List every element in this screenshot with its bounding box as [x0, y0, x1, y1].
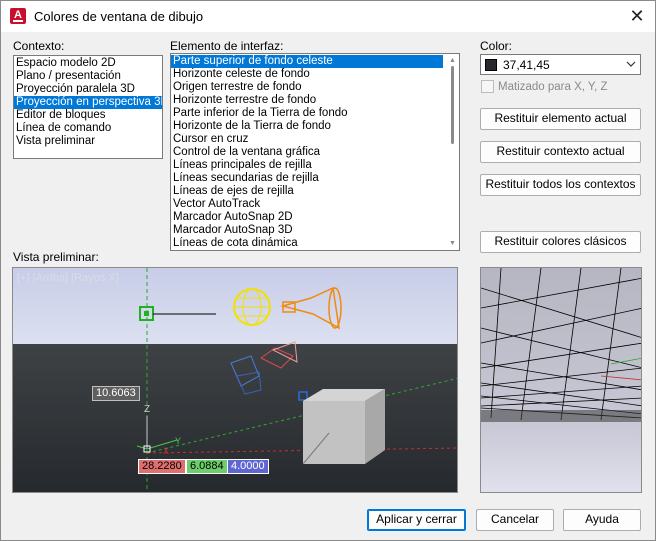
- scroll-thumb[interactable]: [451, 66, 454, 144]
- secondary-preview: [480, 267, 642, 493]
- context-list-item[interactable]: Línea de comando: [14, 122, 162, 135]
- restore-element-button[interactable]: Restituir elemento actual: [480, 108, 641, 130]
- context-list-item[interactable]: Vista preliminar: [14, 135, 162, 148]
- interface-list-item[interactable]: Líneas principales de rejilla: [171, 159, 443, 172]
- interface-element-label: Elemento de interfaz:: [170, 39, 284, 53]
- interface-list-item[interactable]: Marcador AutoSnap 3D: [171, 224, 443, 237]
- interface-list-scrollbar[interactable]: ▲ ▼: [446, 54, 459, 250]
- context-list-item[interactable]: Espacio modelo 2D: [14, 57, 162, 70]
- interface-list-item[interactable]: Líneas de ejes de rejilla: [171, 185, 443, 198]
- interface-list-item[interactable]: Origen terrestre de fondo: [171, 81, 443, 94]
- interface-list-item[interactable]: Vector AutoTrack: [171, 198, 443, 211]
- axis-z-label: Z: [144, 404, 150, 415]
- coord-z-box: 4.0000: [227, 459, 269, 474]
- interface-list-item[interactable]: Marcador AutoSnap 2D: [171, 211, 443, 224]
- preview-label: Vista preliminar:: [13, 250, 99, 264]
- interface-element-list[interactable]: Parte superior de fondo celeste Horizonte…: [170, 53, 460, 251]
- dialog-window: A Colores de ventana de dibujo ✕ Context…: [0, 0, 656, 541]
- interface-list-item[interactable]: Cursor en cruz: [171, 133, 443, 146]
- close-icon[interactable]: ✕: [625, 5, 649, 27]
- apply-close-button[interactable]: Aplicar y cerrar: [367, 509, 466, 531]
- interface-list-item[interactable]: Líneas de cota dinámica: [171, 237, 443, 250]
- context-list[interactable]: Espacio modelo 2D Plano / presentación Pro…: [13, 55, 163, 159]
- viewport-controls-label[interactable]: [+] [Arriba] [Rayos X]: [17, 272, 119, 284]
- context-label: Contexto:: [13, 39, 65, 53]
- context-list-item[interactable]: Proyección paralela 3D: [14, 83, 162, 96]
- preview-viewport: Z Y X [+] [Arriba] [Rayos X] 10.6063 28.…: [12, 267, 458, 493]
- interface-list-item[interactable]: Líneas secundarias de rejilla: [171, 172, 443, 185]
- context-list-item[interactable]: Proyección en perspectiva 3D: [14, 96, 162, 109]
- scroll-down-icon[interactable]: ▼: [448, 239, 457, 248]
- interface-list-item[interactable]: Parte superior de fondo celeste: [171, 55, 443, 68]
- color-label: Color:: [480, 39, 513, 53]
- autocad-app-icon: A: [10, 8, 26, 24]
- cancel-button[interactable]: Cancelar: [476, 509, 554, 531]
- interface-list-item[interactable]: Control de la ventana gráfica: [171, 146, 443, 159]
- color-swatch: [485, 59, 497, 71]
- distance-tooltip: 10.6063: [92, 386, 140, 401]
- interface-list-item[interactable]: Horizonte terrestre de fondo: [171, 94, 443, 107]
- title-bar: A Colores de ventana de dibujo ✕: [1, 1, 655, 32]
- tint-xyz-checkbox[interactable]: [481, 80, 494, 93]
- color-value: 37,41,45: [503, 58, 550, 72]
- help-button[interactable]: Ayuda: [563, 509, 641, 531]
- window-title: Colores de ventana de dibujo: [34, 9, 204, 24]
- scroll-up-icon[interactable]: ▲: [448, 56, 457, 65]
- chevron-down-icon: [626, 57, 636, 74]
- tint-xyz-label: Matizado para X, Y, Z: [498, 81, 608, 93]
- axis-y-label: Y: [175, 436, 181, 446]
- interface-list-item[interactable]: Parte inferior de la Tierra de fondo: [171, 107, 443, 120]
- context-list-item[interactable]: Plano / presentación: [14, 70, 162, 83]
- axis-x-label: X: [163, 446, 169, 456]
- restore-context-button[interactable]: Restituir contexto actual: [480, 141, 641, 163]
- restore-classic-colors-button[interactable]: Restituir colores clásicos: [480, 231, 641, 253]
- interface-list-item[interactable]: Horizonte de la Tierra de fondo: [171, 120, 443, 133]
- interface-list-item[interactable]: Horizonte celeste de fondo: [171, 68, 443, 81]
- coord-x-box: 28.2280: [138, 459, 186, 474]
- context-list-item[interactable]: Editor de bloques: [14, 109, 162, 122]
- color-dropdown[interactable]: 37,41,45: [480, 54, 641, 75]
- restore-all-contexts-button[interactable]: Restituir todos los contextos: [480, 174, 641, 196]
- coord-y-box: 6.0884: [186, 459, 228, 474]
